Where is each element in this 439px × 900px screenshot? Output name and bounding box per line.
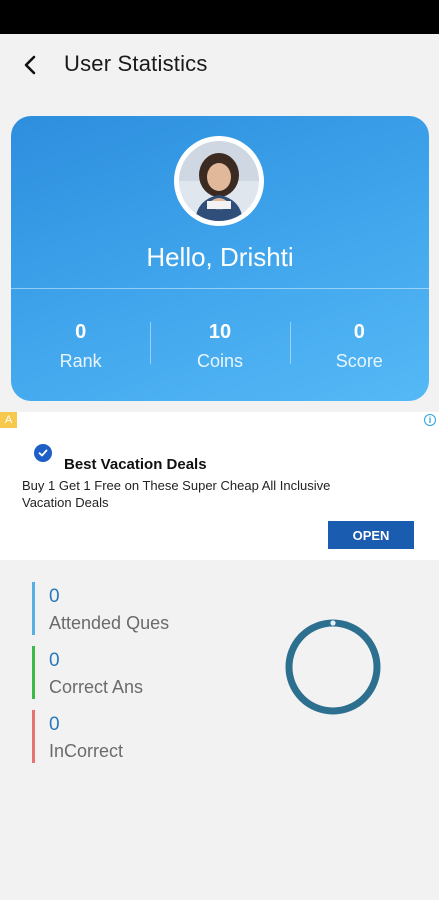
progress-ring-marker — [330, 620, 336, 626]
stat-coins: 10 Coins — [150, 289, 289, 401]
stat-value: 10 — [208, 321, 232, 343]
stats-row: 0 Rank 10 Coins 0 Score — [11, 289, 429, 401]
ad-body: Buy 1 Get 1 Free on These Super Cheap Al… — [22, 478, 331, 510]
app-header: User Statistics — [0, 34, 439, 96]
metric-incorrect: 0 InCorrect — [32, 710, 252, 763]
metric-correct: 0 Correct Ans — [32, 646, 252, 699]
greeting: Hello, Drishti — [146, 242, 294, 272]
progress-ring-track — [285, 619, 381, 715]
stat-label: Score — [335, 351, 383, 371]
stat-label: Rank — [59, 351, 102, 371]
metric-attended: 0 Attended Ques — [32, 582, 252, 635]
ad-title: Best Vacation Deals — [64, 456, 207, 473]
avatar[interactable] — [174, 136, 264, 226]
page-title: User Statistics — [64, 51, 208, 76]
metric-value: 0 — [49, 586, 60, 607]
status-bar — [0, 0, 439, 34]
chevron-left-icon — [24, 55, 36, 75]
avatar-photo — [179, 141, 259, 221]
metric-value: 0 — [49, 650, 60, 671]
ad-banner[interactable]: A i Best Vacation Deals Buy 1 Get 1 Free… — [0, 412, 439, 560]
stat-value: 0 — [353, 321, 365, 343]
ad-open-button[interactable]: OPEN — [328, 521, 414, 549]
back-button[interactable] — [14, 48, 48, 82]
info-icon[interactable]: i — [424, 414, 436, 426]
stat-value: 0 — [75, 321, 87, 343]
stat-rank: 0 Rank — [11, 289, 150, 401]
checkmark-icon — [34, 444, 52, 462]
metric-color-bar — [32, 646, 35, 699]
metric-label: Correct Ans — [49, 677, 144, 697]
stat-score: 0 Score — [289, 289, 429, 401]
stat-label: Coins — [196, 351, 243, 371]
profile-card: Hello, Drishti 0 Rank 10 Coins 0 Score — [11, 116, 429, 401]
metric-label: Attended Ques — [49, 613, 170, 633]
metric-color-bar — [32, 582, 35, 635]
progress-ring — [285, 619, 381, 715]
metric-color-bar — [32, 710, 35, 763]
metric-label: InCorrect — [49, 741, 124, 761]
ad-badge: A — [0, 412, 17, 428]
metric-value: 0 — [49, 714, 60, 735]
